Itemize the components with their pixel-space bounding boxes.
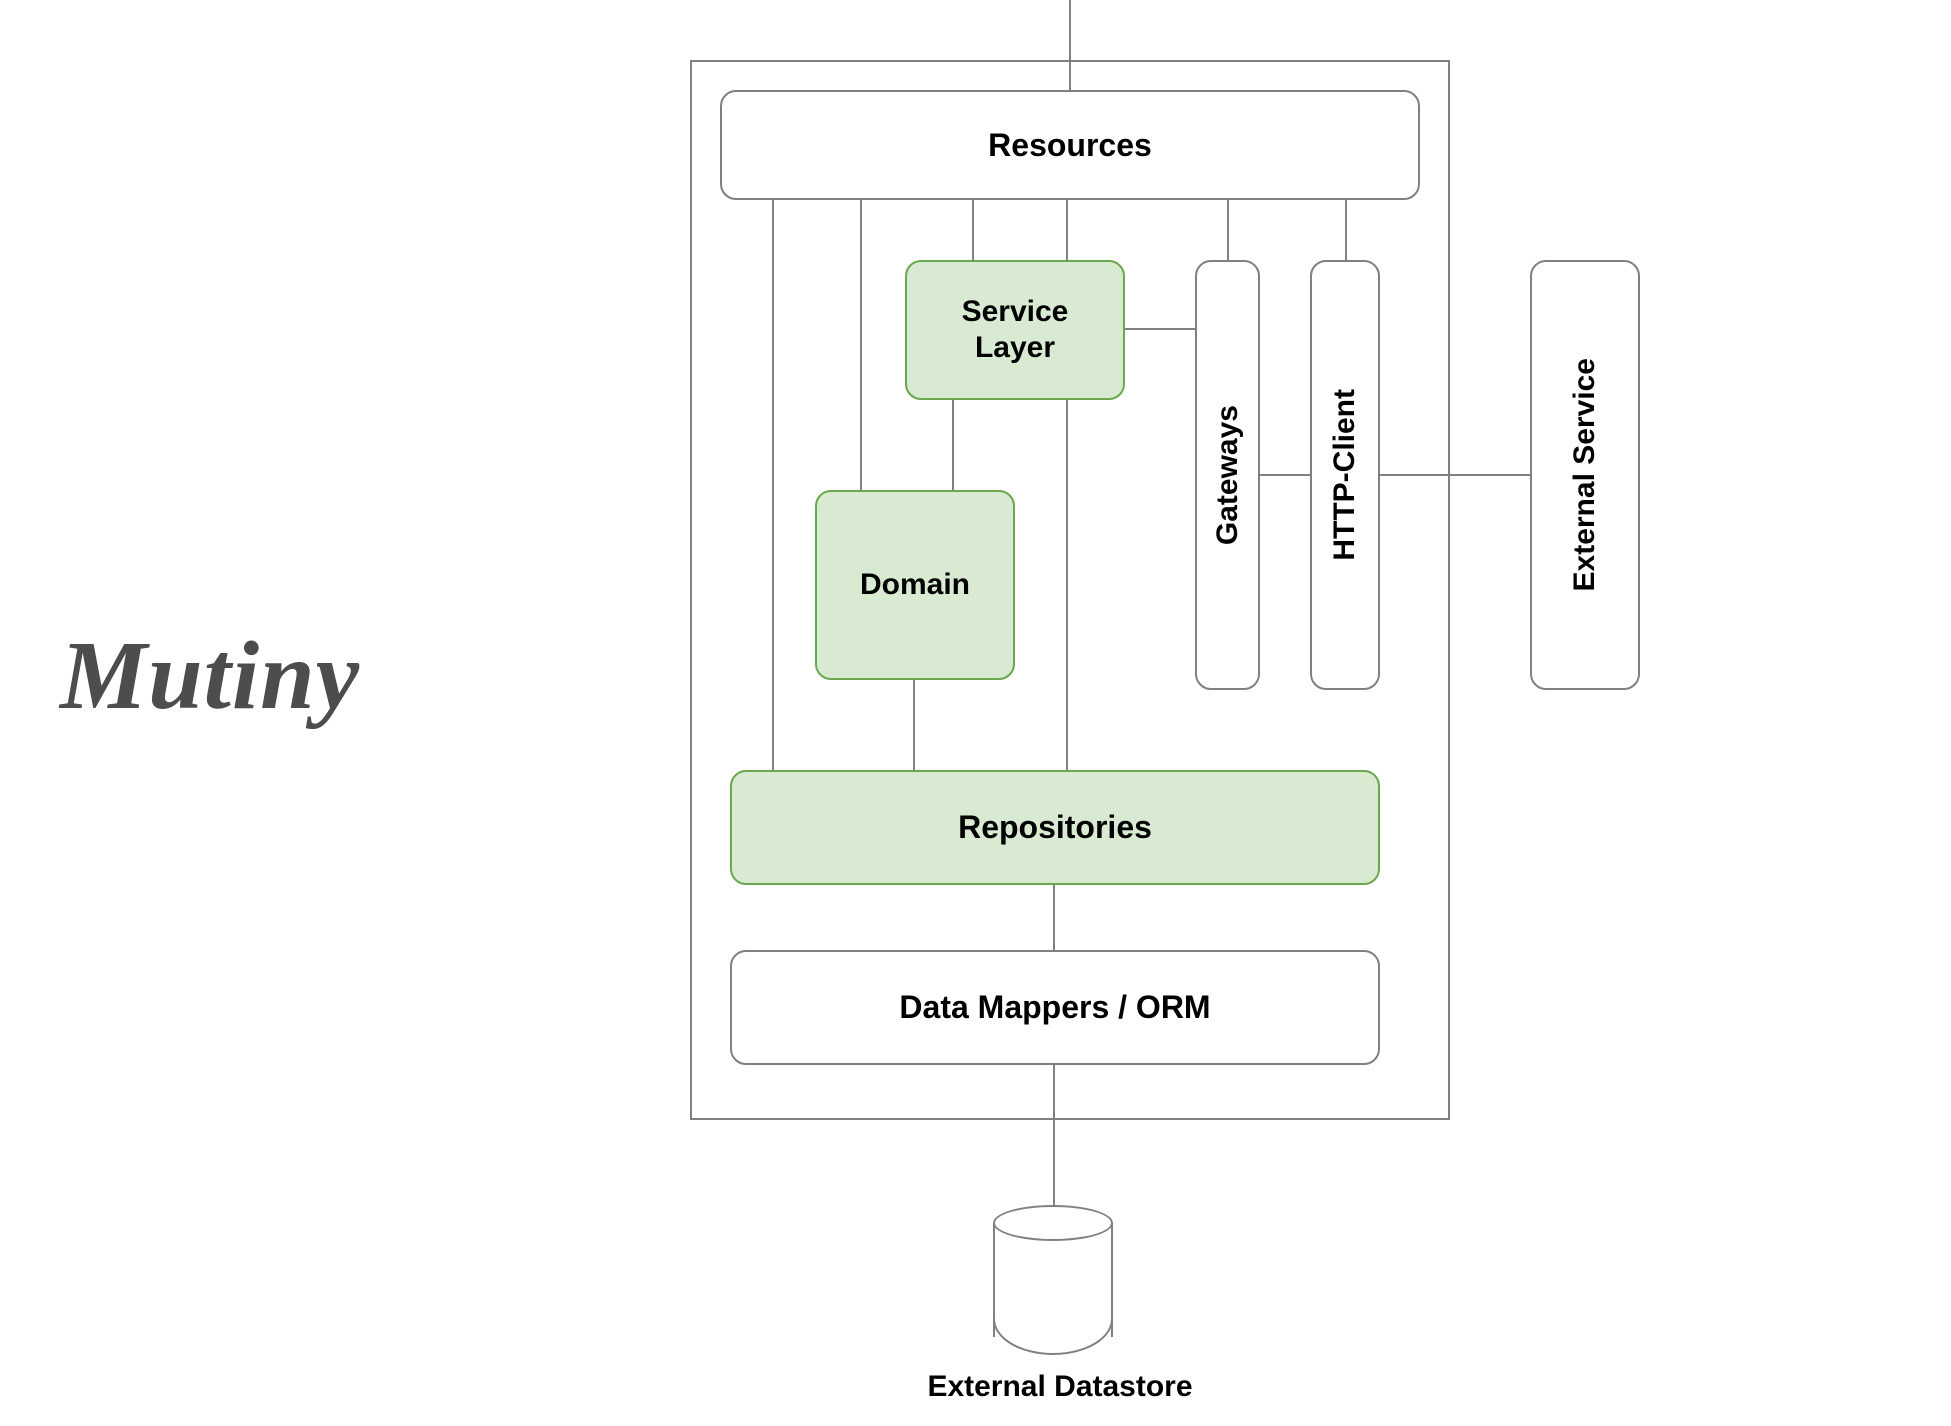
conn-sl-v1 [952, 400, 954, 490]
label-external-service: External Service [1568, 358, 1602, 591]
label-http-client: HTTP-Client [1328, 389, 1362, 561]
label-resources: Resources [988, 127, 1152, 164]
conn-res-v2 [860, 200, 862, 490]
label-domain: Domain [860, 568, 970, 602]
label-service-layer: Service Layer [962, 294, 1069, 366]
slide-title: Mutiny [60, 620, 360, 732]
conn-gw-http [1260, 474, 1310, 476]
conn-res-gw [1227, 200, 1229, 260]
conn-res-http [1345, 200, 1347, 260]
box-external-service: External Service [1530, 260, 1640, 690]
box-resources: Resources [720, 90, 1420, 200]
conn-dm-ds [1053, 1065, 1055, 1210]
connector-in-top [1069, 0, 1071, 90]
label-gateways: Gateways [1211, 405, 1245, 545]
label-external-datastore: External Datastore [770, 1370, 1350, 1404]
conn-res-v4 [1066, 200, 1068, 260]
conn-res-v1 [772, 200, 774, 770]
box-repositories: Repositories [730, 770, 1380, 885]
box-data-mappers: Data Mappers / ORM [730, 950, 1380, 1065]
box-service-layer: Service Layer [905, 260, 1125, 400]
conn-dom-repo [913, 680, 915, 770]
conn-http-ext [1380, 474, 1530, 476]
box-domain: Domain [815, 490, 1015, 680]
box-gateways: Gateways [1195, 260, 1260, 690]
box-http-client: HTTP-Client [1310, 260, 1380, 690]
conn-sl-gw [1125, 328, 1195, 330]
diagram-stage: Mutiny Resources Service Layer Domain Ga… [0, 0, 1951, 1426]
conn-repo-dm [1053, 885, 1055, 950]
label-repositories: Repositories [958, 809, 1152, 846]
conn-res-v3 [972, 200, 974, 260]
datastore-cylinder [993, 1205, 1113, 1355]
label-data-mappers: Data Mappers / ORM [899, 989, 1210, 1026]
conn-sl-v2 [1066, 400, 1068, 770]
